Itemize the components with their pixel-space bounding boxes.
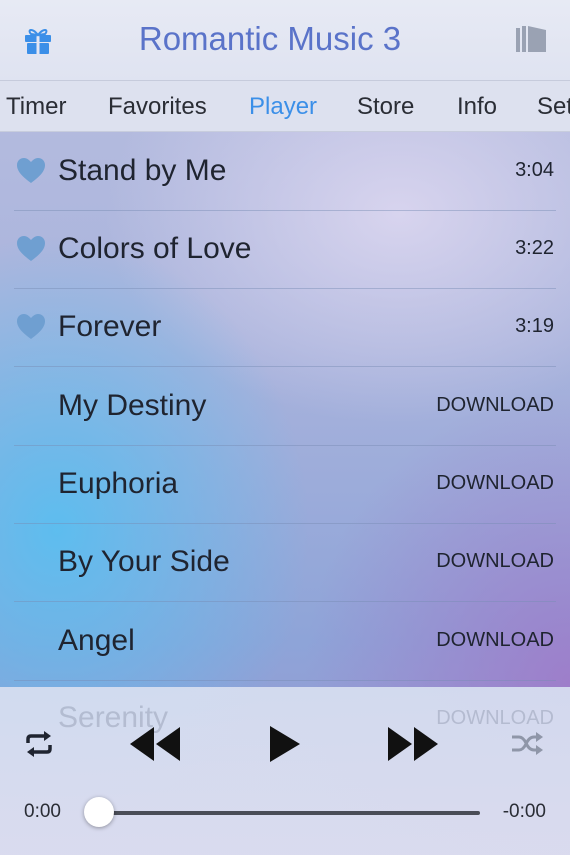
book-icon[interactable] (514, 22, 548, 56)
song-row[interactable]: Forever 3:19 (14, 288, 556, 367)
tab-player[interactable]: Player (249, 93, 317, 121)
progress-slider-knob[interactable] (84, 797, 114, 827)
song-title: Angel (58, 624, 135, 657)
shuffle-icon[interactable] (512, 731, 544, 757)
heart-icon[interactable] (16, 313, 46, 341)
download-button[interactable]: DOWNLOAD (436, 394, 554, 417)
tab-favorites[interactable]: Favorites (108, 93, 207, 121)
player-controls: Serenity DOWNLOAD 0:00 -0:00 (0, 687, 570, 855)
download-behind: DOWNLOAD (436, 707, 554, 729)
tab-timer[interactable]: Timer (6, 93, 66, 121)
song-title: Euphoria (58, 467, 179, 500)
heart-icon[interactable] (16, 235, 46, 263)
tab-bar: Timer Favorites Player Store Info Set (0, 81, 570, 132)
download-button[interactable]: DOWNLOAD (436, 550, 554, 573)
play-icon[interactable] (268, 724, 302, 764)
tab-settings[interactable]: Set (537, 93, 570, 121)
song-row[interactable]: My Destiny DOWNLOAD (14, 367, 556, 446)
progress-track[interactable] (100, 811, 480, 815)
app-title: Romantic Music 3 (138, 20, 402, 57)
song-title: Stand by Me (58, 154, 227, 187)
song-list: Stand by Me 3:04 Colors of Love 3:22 For… (0, 132, 570, 687)
song-duration: 3:19 (515, 315, 554, 337)
header: Romantic Music 3 (0, 0, 570, 81)
fast-forward-icon[interactable] (388, 727, 438, 761)
song-row[interactable]: Stand by Me 3:04 (14, 132, 556, 211)
download-button[interactable]: DOWNLOAD (436, 629, 554, 652)
rewind-icon[interactable] (130, 727, 180, 761)
remaining-time: -0:00 (502, 801, 546, 822)
song-row[interactable]: Colors of Love 3:22 (14, 210, 556, 289)
repeat-icon[interactable] (24, 731, 54, 757)
song-title: My Destiny (58, 389, 207, 422)
song-title: Colors of Love (58, 232, 252, 265)
elapsed-time: 0:00 (24, 801, 61, 822)
song-title: By Your Side (58, 545, 230, 578)
tab-store[interactable]: Store (357, 93, 414, 121)
song-duration: 3:22 (515, 237, 554, 259)
song-title: Forever (58, 310, 162, 343)
song-row[interactable]: By Your Side DOWNLOAD (14, 523, 556, 602)
download-button[interactable]: DOWNLOAD (436, 472, 554, 495)
song-duration: 3:04 (515, 159, 554, 181)
song-row[interactable]: Angel DOWNLOAD (14, 602, 556, 681)
song-row[interactable]: Euphoria DOWNLOAD (14, 445, 556, 524)
heart-icon[interactable] (16, 157, 46, 185)
tab-info[interactable]: Info (457, 93, 497, 121)
